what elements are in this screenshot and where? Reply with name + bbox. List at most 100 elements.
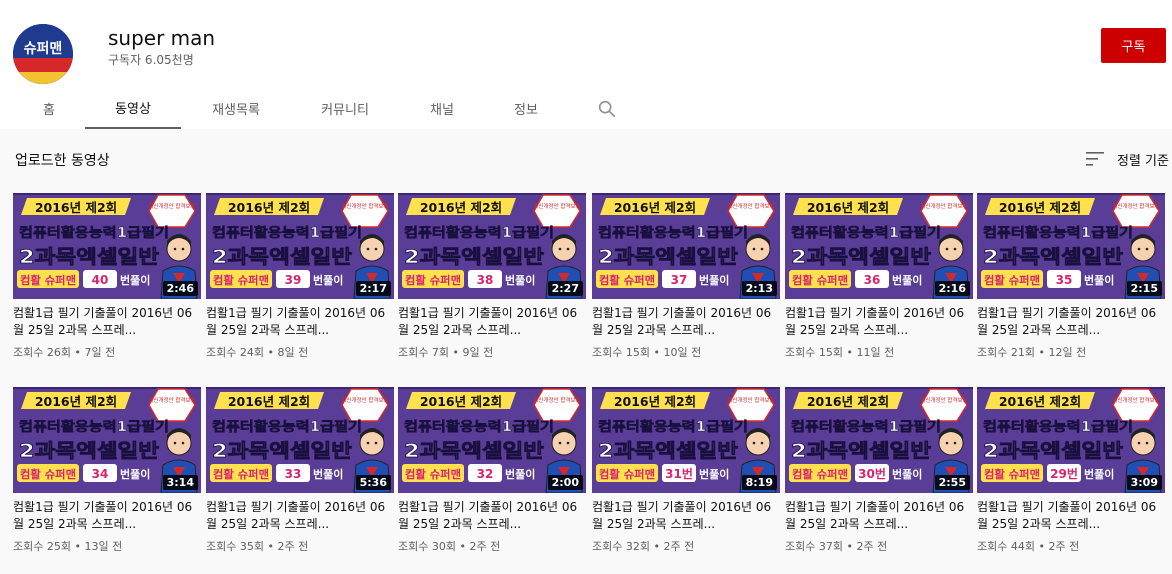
video-title[interactable]: 컴활1급 필기 기출풀이 2016년 06월 25일 2과목 스프레... [977, 499, 1165, 533]
video-card[interactable]: 2016년 제2회 최신개정안 합격보장 컴퓨터활용능력1급필기 2과목엑셀일반 컴활 … [206, 387, 394, 554]
video-card[interactable]: 2016년 제2회 최신개정안 합격보장 컴퓨터활용능력1급필기 2과목엑셀일반 컴활 … [977, 193, 1165, 360]
channel-name[interactable]: super man [108, 26, 215, 50]
video-title[interactable]: 컴활1급 필기 기출풀이 2016년 06월 25일 2과목 스프레... [206, 305, 394, 339]
channel-avatar[interactable]: 슈퍼맨 [13, 24, 73, 84]
thumb-brand: 컴활 슈퍼맨 [599, 467, 655, 481]
video-views: 조회수 37회 [785, 540, 843, 553]
meta-separator: • [842, 346, 857, 359]
tab-community[interactable]: 커뮤니티 [305, 88, 385, 129]
thumb-line2: 2과목엑셀일반 [791, 246, 932, 268]
video-thumbnail[interactable]: 2016년 제2회 최신개정안 합격보장 컴퓨터활용능력1급필기 2과목엑셀일반 컴활 … [206, 387, 394, 493]
video-thumbnail[interactable]: 2016년 제2회 최신개정안 합격보장 컴퓨터활용능력1급필기 2과목엑셀일반 컴활 … [785, 387, 973, 493]
thumb-badge: 최신개정안 합격보장 [148, 396, 195, 404]
avatar-text: 슈퍼맨 [24, 41, 63, 57]
video-title[interactable]: 컴활1급 필기 기출풀이 2016년 06월 25일 2과목 스프레... [592, 499, 780, 533]
video-age: 13일 전 [84, 540, 123, 553]
thumb-brand: 컴활 슈퍼맨 [213, 467, 269, 481]
video-card[interactable]: 2016년 제2회 최신개정안 합격보장 컴퓨터활용능력1급필기 2과목엑셀일반 컴활 … [206, 193, 394, 360]
video-thumbnail[interactable]: 2016년 제2회 최신개정안 합격보장 컴퓨터활용능력1급필기 2과목엑셀일반 컴활 … [398, 193, 586, 299]
thumb-year: 2016년 제2회 [420, 200, 502, 215]
video-card[interactable]: 2016년 제2회 최신개정안 합격보장 컴퓨터활용능력1급필기 2과목엑셀일반 컴활 … [13, 193, 201, 360]
section-title: 업로드한 동영상 [15, 153, 110, 169]
thumb-line1: 컴퓨터활용능력1급필기 [404, 419, 554, 435]
video-title[interactable]: 컴활1급 필기 기출풀이 2016년 06월 25일 2과목 스프레... [206, 499, 394, 533]
thumb-badge: 최신개정안 합격보장 [1112, 202, 1159, 210]
meta-separator: • [842, 540, 857, 553]
video-title[interactable]: 컴활1급 필기 기출풀이 2016년 06월 25일 2과목 스프레... [13, 499, 201, 533]
search-icon[interactable] [596, 98, 618, 120]
video-age: 10일 전 [663, 346, 702, 359]
thumb-brand: 컴활 슈퍼맨 [599, 273, 655, 287]
video-thumbnail[interactable]: 2016년 제2회 최신개정안 합격보장 컴퓨터활용능력1급필기 2과목엑셀일반 컴활 … [977, 193, 1165, 299]
video-thumbnail[interactable]: 2016년 제2회 최신개정안 합격보장 컴퓨터활용능력1급필기 2과목엑셀일반 컴활 … [206, 193, 394, 299]
meta-separator: • [70, 540, 85, 553]
thumb-suffix: 번풀이 [892, 467, 922, 481]
thumb-year: 2016년 제2회 [807, 394, 889, 409]
thumb-number: 37 [671, 273, 688, 287]
thumb-suffix: 번풀이 [120, 273, 150, 287]
video-meta: 조회수 21회 • 12일 전 [977, 344, 1165, 360]
sort-button[interactable]: 정렬 기준 [1086, 149, 1169, 169]
thumb-badge: 최신개정안 합격보장 [920, 202, 967, 210]
thumb-badge: 최신개정안 합격보장 [920, 396, 967, 404]
thumb-line2: 2과목엑셀일반 [19, 246, 160, 268]
meta-separator: • [70, 346, 85, 359]
video-title[interactable]: 컴활1급 필기 기출풀이 2016년 06월 25일 2과목 스프레... [785, 499, 973, 533]
tab-playlists[interactable]: 재생목록 [196, 88, 276, 129]
video-card[interactable]: 2016년 제2회 최신개정안 합격보장 컴퓨터활용능력1급필기 2과목엑셀일반 컴활 … [785, 193, 973, 360]
thumb-badge: 최신개정안 합격보장 [727, 396, 774, 404]
thumb-line1: 컴퓨터활용능력1급필기 [983, 225, 1133, 241]
video-thumbnail[interactable]: 2016년 제2회 최신개정안 합격보장 컴퓨터활용능력1급필기 2과목엑셀일반 컴활 … [592, 387, 780, 493]
video-card[interactable]: 2016년 제2회 최신개정안 합격보장 컴퓨터활용능력1급필기 2과목엑셀일반 컴활 … [977, 387, 1165, 554]
video-age: 2주 전 [277, 540, 309, 553]
video-duration: 2:17 [355, 281, 391, 296]
tab-videos[interactable]: 동영상 [85, 88, 181, 129]
thumb-brand: 컴활 슈퍼맨 [20, 273, 76, 287]
video-title[interactable]: 컴활1급 필기 기출풀이 2016년 06월 25일 2과목 스프레... [13, 305, 201, 339]
video-thumbnail[interactable]: 2016년 제2회 최신개정안 합격보장 컴퓨터활용능력1급필기 2과목엑셀일반 컴활 … [785, 193, 973, 299]
tab-about[interactable]: 정보 [500, 88, 552, 129]
video-age: 2주 전 [469, 540, 501, 553]
video-title[interactable]: 컴활1급 필기 기출풀이 2016년 06월 25일 2과목 스프레... [592, 305, 780, 339]
video-thumbnail[interactable]: 2016년 제2회 최신개정안 합격보장 컴퓨터활용능력1급필기 2과목엑셀일반 컴활 … [977, 387, 1165, 493]
video-duration: 2:27 [547, 281, 583, 296]
thumb-line2: 2과목엑셀일반 [598, 440, 739, 462]
video-meta: 조회수 26회 • 7일 전 [13, 344, 201, 360]
thumb-brand: 컴활 슈퍼맨 [405, 273, 461, 287]
avatar-logo-icon: 슈퍼맨 [13, 24, 73, 84]
subscribe-button[interactable]: 구독 [1101, 28, 1166, 63]
video-thumbnail[interactable]: 2016년 제2회 최신개정안 합격보장 컴퓨터활용능력1급필기 2과목엑셀일반 컴활 … [13, 387, 201, 493]
video-card[interactable]: 2016년 제2회 최신개정안 합격보장 컴퓨터활용능력1급필기 2과목엑셀일반 컴활 … [398, 387, 586, 554]
video-card[interactable]: 2016년 제2회 최신개정안 합격보장 컴퓨터활용능력1급필기 2과목엑셀일반 컴활 … [785, 387, 973, 554]
video-thumbnail[interactable]: 2016년 제2회 최신개정안 합격보장 컴퓨터활용능력1급필기 2과목엑셀일반 컴활 … [398, 387, 586, 493]
video-thumbnail[interactable]: 2016년 제2회 최신개정안 합격보장 컴퓨터활용능력1급필기 2과목엑셀일반 컴활 … [592, 193, 780, 299]
video-views: 조회수 15회 [785, 346, 843, 359]
video-views: 조회수 7회 [398, 346, 449, 359]
meta-separator: • [1034, 346, 1049, 359]
tab-home[interactable]: 홈 [28, 88, 70, 129]
thumb-suffix: 번풀이 [1084, 467, 1114, 481]
video-card[interactable]: 2016년 제2회 최신개정안 합격보장 컴퓨터활용능력1급필기 2과목엑셀일반 컴활 … [592, 387, 780, 554]
thumb-line2: 2과목엑셀일반 [404, 246, 545, 268]
video-views: 조회수 35회 [206, 540, 264, 553]
thumb-badge: 최신개정안 합격보장 [1112, 396, 1159, 404]
video-title[interactable]: 컴활1급 필기 기출풀이 2016년 06월 25일 2과목 스프레... [785, 305, 973, 339]
thumb-number: 31번 [665, 466, 693, 481]
tab-channels[interactable]: 채널 [416, 88, 468, 129]
video-card[interactable]: 2016년 제2회 최신개정안 합격보장 컴퓨터활용능력1급필기 2과목엑셀일반 컴활 … [13, 387, 201, 554]
uploads-section: 업로드한 동영상 정렬 기준 2016년 제2회 최신개정안 합격보장 컴퓨터활용능… [0, 129, 1172, 574]
thumb-brand: 컴활 슈퍼맨 [984, 273, 1040, 287]
video-views: 조회수 30회 [398, 540, 456, 553]
thumb-badge: 최신개정안 합격보장 [727, 202, 774, 210]
video-thumbnail[interactable]: 2016년 제2회 최신개정안 합격보장 컴퓨터활용능력1급필기 2과목엑셀일반 컴활 … [13, 193, 201, 299]
thumb-line1: 컴퓨터활용능력1급필기 [19, 225, 169, 241]
thumb-year: 2016년 제2회 [999, 394, 1081, 409]
meta-separator: • [649, 346, 664, 359]
video-card[interactable]: 2016년 제2회 최신개정안 합격보장 컴퓨터활용능력1급필기 2과목엑셀일반 컴활 … [398, 193, 586, 360]
thumb-badge: 최신개정안 합격보장 [341, 396, 388, 404]
video-title[interactable]: 컴활1급 필기 기출풀이 2016년 06월 25일 2과목 스프레... [398, 305, 586, 339]
video-card[interactable]: 2016년 제2회 최신개정안 합격보장 컴퓨터활용능력1급필기 2과목엑셀일반 컴활 … [592, 193, 780, 360]
video-title[interactable]: 컴활1급 필기 기출풀이 2016년 06월 25일 2과목 스프레... [398, 499, 586, 533]
video-title[interactable]: 컴활1급 필기 기출풀이 2016년 06월 25일 2과목 스프레... [977, 305, 1165, 339]
thumb-suffix: 번풀이 [120, 467, 150, 481]
